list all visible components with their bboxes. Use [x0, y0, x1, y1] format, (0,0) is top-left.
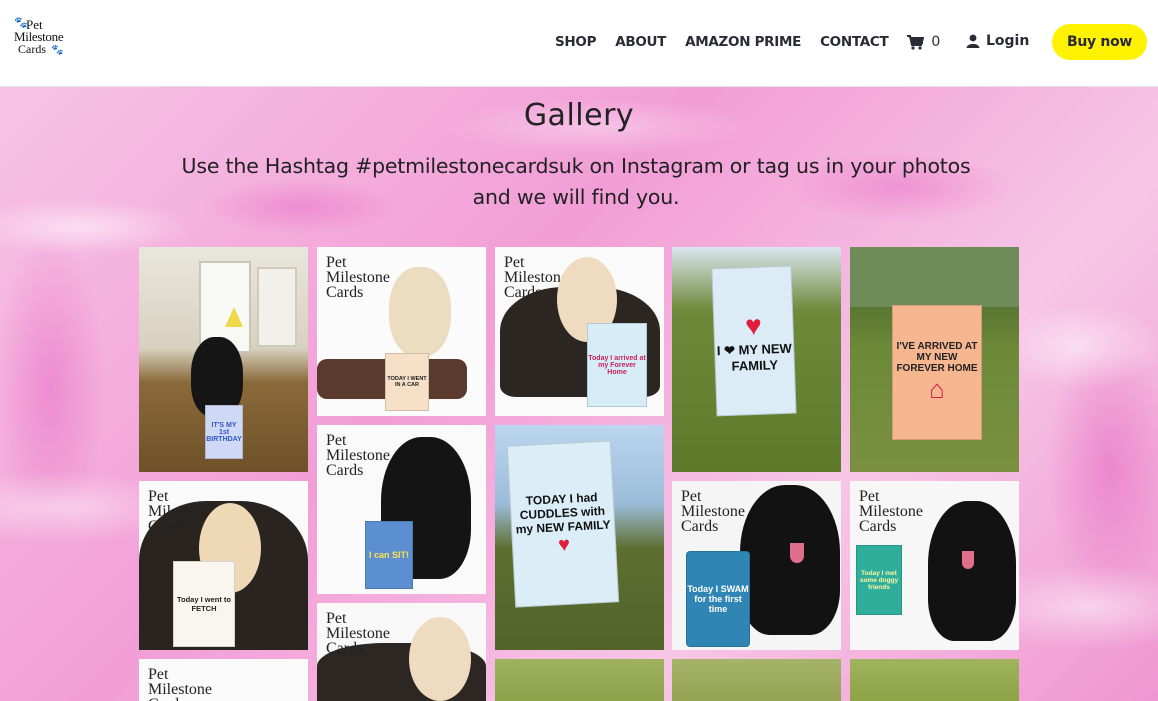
card-text: Today I met some doggy friends — [859, 569, 899, 591]
milestone-card: I can SIT! — [365, 521, 413, 589]
gallery-photo[interactable]: TODAY I had CUDDLES with my NEW FAMILY ♥ — [495, 425, 664, 650]
card-text: Today I SWAM for the first time — [687, 584, 749, 614]
milestone-card: Today I met some doggy friends — [856, 545, 902, 615]
gallery-photo[interactable]: I'VE ARRIVED AT MY NEW FOREVER HOME ⌂ — [850, 247, 1019, 472]
card-text: I ❤ MY NEW FAMILY — [716, 340, 792, 374]
heart-icon: ♥ — [744, 309, 763, 341]
dog — [740, 485, 840, 635]
site-header: 🐾 Pet Milestone Cards 🐾 SHOP ABOUT AMAZO… — [0, 0, 1158, 87]
gallery-photo[interactable] — [495, 659, 664, 701]
brand-watermark: PetMilestoneCards — [681, 488, 745, 535]
gallery-photo[interactable]: Pet Milestone Cards Today I SWAM for the f… — [672, 481, 841, 650]
milestone-card: Today I SWAM for the first time — [686, 551, 750, 647]
buy-now-button[interactable]: Buy now — [1052, 24, 1147, 60]
paw-icon: 🐾 — [51, 45, 64, 56]
card-text: TODAY I had CUDDLES with my NEW FAMILY — [515, 489, 611, 536]
page-title: Gallery — [523, 98, 635, 133]
dog — [928, 501, 1016, 641]
house-heart-icon: ⌂ — [929, 373, 945, 404]
nav-amazon-prime[interactable]: AMAZON PRIME — [685, 34, 801, 50]
card-text: Today I arrived at my Forever Home — [588, 354, 646, 376]
milestone-card: I'VE ARRIVED AT MY NEW FOREVER HOME ⌂ — [892, 305, 982, 440]
brand-watermark: PetMilestoneCards — [326, 254, 390, 301]
logo-line-3: Cards — [18, 42, 46, 56]
main-nav: SHOP ABOUT AMAZON PRIME CONTACT 0 — [555, 33, 940, 51]
cart-count: 0 — [931, 34, 940, 50]
milestone-card: IT'S MY 1st BIRTHDAY — [205, 405, 243, 459]
card-text: I can SIT! — [368, 550, 409, 560]
site-logo[interactable]: 🐾 Pet Milestone Cards 🐾 — [14, 18, 66, 60]
brand-watermark: PetMilestoneCards — [326, 432, 390, 479]
milestone-card: ♥ I ❤ MY NEW FAMILY — [711, 265, 797, 417]
brand-watermark: PetMilestoneCards — [148, 666, 212, 701]
nav-about[interactable]: ABOUT — [615, 34, 666, 50]
gallery-photo[interactable]: Pet Milestone Cards TODAY I WENT IN A CAR — [317, 247, 486, 416]
cart-icon — [907, 34, 925, 50]
gallery-photo[interactable]: IT'S MY 1st BIRTHDAY — [139, 247, 308, 472]
subtitle-line-1: Use the Hashtag #petmilestonecardsuk on … — [181, 154, 971, 178]
milestone-card: TODAY I had CUDDLES with my NEW FAMILY ♥ — [506, 440, 620, 608]
dog — [409, 617, 471, 701]
gallery-photo[interactable] — [850, 659, 1019, 701]
login-link[interactable]: Login — [966, 33, 1029, 49]
dog-tongue — [962, 551, 974, 569]
gallery-photo[interactable] — [672, 659, 841, 701]
gallery-photo[interactable]: ♥ I ❤ MY NEW FAMILY — [672, 247, 841, 472]
card-text: TODAY I WENT IN A CAR — [387, 376, 427, 388]
brand-watermark: PetMilestoneCards — [326, 610, 390, 657]
dog — [389, 267, 451, 357]
milestone-card: TODAY I WENT IN A CAR — [385, 353, 429, 411]
page-subtitle: Use the Hashtag #petmilestonecardsuk on … — [150, 151, 1002, 213]
dog-tongue — [790, 543, 804, 563]
party-hat — [225, 307, 243, 327]
gallery-photo[interactable]: PetMilestoneCards — [139, 659, 308, 701]
heart-icon: ♥ — [557, 533, 571, 556]
subtitle-line-2: and we will find you. — [472, 185, 680, 209]
door — [257, 267, 297, 347]
brand-watermark: PetMilestoneCards — [859, 488, 923, 535]
login-label: Login — [986, 33, 1030, 49]
nav-shop[interactable]: SHOP — [555, 34, 597, 50]
nav-contact[interactable]: CONTACT — [820, 34, 889, 50]
trees — [850, 247, 1019, 307]
gallery-photo[interactable]: Pet Milestone Cards Today I met some doggy… — [850, 481, 1019, 650]
gallery-photo[interactable]: Pet Milestone Cards Today I arrived at my … — [495, 247, 664, 416]
milestone-card: Today I arrived at my Forever Home — [587, 323, 647, 407]
cart-button[interactable]: 0 — [907, 34, 940, 50]
user-icon — [966, 34, 980, 48]
gallery-photo[interactable]: Pet Milestone Cards Today I went to FETCH — [139, 481, 308, 650]
card-text: Today I went to FETCH — [176, 595, 232, 613]
card-text: IT'S MY 1st BIRTHDAY — [206, 421, 242, 443]
gallery-photo[interactable]: Pet Milestone Cards I can SIT! — [317, 425, 486, 594]
gallery-photo[interactable]: PetMilestoneCards — [317, 603, 486, 701]
card-text: I'VE ARRIVED AT MY NEW FOREVER HOME — [896, 340, 978, 374]
milestone-card: Today I went to FETCH — [173, 561, 235, 647]
